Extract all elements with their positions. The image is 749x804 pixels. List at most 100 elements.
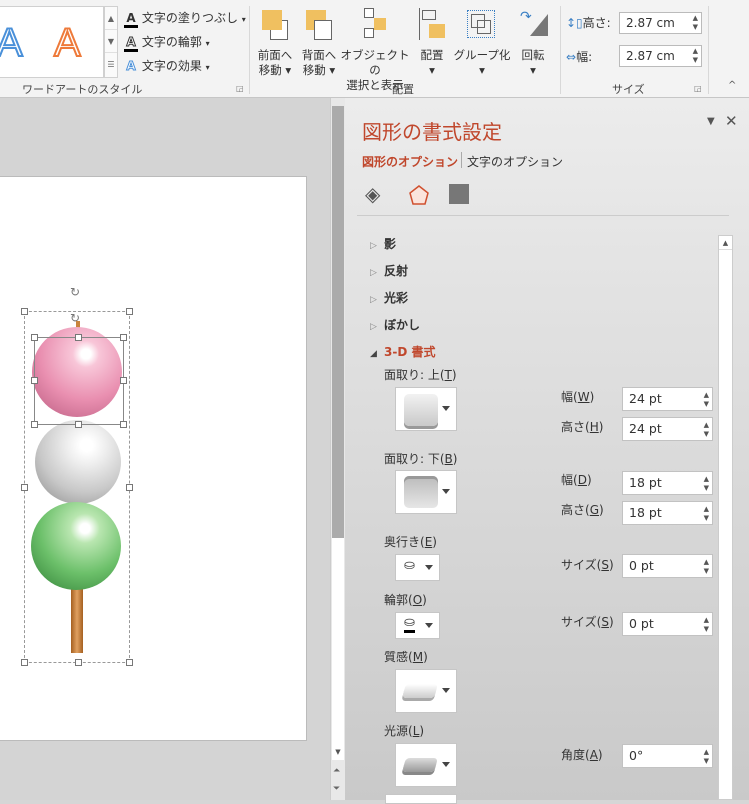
group-button[interactable]: グループ化 ▾ — [453, 8, 511, 78]
bring-forward-button[interactable]: 前面へ 移動 ▾ — [254, 8, 296, 78]
effects-icon[interactable] — [408, 184, 430, 209]
resize-handle[interactable] — [120, 377, 127, 384]
bevel-top-width-label: 幅(W) — [561, 390, 595, 404]
text-effects-button[interactable]: A 文字の効果 ▾ — [124, 57, 210, 74]
section-reflection[interactable]: ▷ 反射 — [370, 262, 408, 279]
group-handle[interactable] — [126, 659, 133, 666]
green-dango[interactable] — [31, 502, 121, 590]
gallery-scroll[interactable]: ▲ ▼ ☰ — [104, 6, 118, 78]
align-label: 配置 — [420, 48, 444, 62]
tab-text-options[interactable]: 文字のオプション — [467, 153, 563, 170]
depth-label: 奥行き(E) — [384, 535, 437, 549]
text-outline-button[interactable]: A 文字の輪郭 ▾ — [124, 33, 210, 52]
height-input[interactable]: 2.87 cm ▲ ▼ — [619, 12, 702, 34]
material-label: 質感(M) — [384, 650, 428, 664]
wordart-dialog-launcher[interactable]: ◲ — [236, 84, 244, 93]
gallery-more-button[interactable]: ☰ — [105, 53, 117, 76]
width-size-label: ⇔幅: — [566, 50, 593, 64]
tab-divider — [461, 152, 462, 168]
depth-size-input[interactable]: 0 pt ▲ ▼ — [622, 554, 713, 578]
wordart-style-orange[interactable]: A — [53, 20, 82, 66]
canvas-scrollbar[interactable]: ▼ ⏶ ⏷ — [330, 98, 345, 800]
bevel-top-width-input[interactable]: 24 pt ▲ ▼ — [622, 387, 713, 411]
bevel-top-height-input[interactable]: 24 pt ▲ ▼ — [622, 417, 713, 441]
separator — [560, 6, 561, 94]
section-soft-edges[interactable]: ▷ ぼかし — [370, 316, 420, 333]
canvas-scroll-thumb[interactable] — [332, 106, 344, 538]
paint-bucket-icon: ⛀ — [404, 558, 415, 576]
close-icon[interactable]: ✕ — [725, 112, 738, 130]
bevel-bottom-height-input[interactable]: 18 pt ▲ ▼ — [622, 501, 713, 525]
width-input[interactable]: 2.87 cm ▲ ▼ — [619, 45, 702, 67]
gallery-down-button[interactable]: ▼ — [105, 30, 117, 53]
send-backward-label2: 移動 — [302, 63, 326, 77]
lighting-label: 光源(L) — [384, 724, 425, 738]
resize-handle[interactable] — [31, 377, 38, 384]
pane-scroll-up-button[interactable]: ▲ — [719, 236, 732, 250]
arrange-group-label: 配置 — [392, 83, 414, 96]
bevel-bottom-picker[interactable] — [395, 470, 457, 514]
bevel-top-picker[interactable] — [395, 387, 457, 431]
group-handle[interactable] — [21, 659, 28, 666]
scroll-down-button[interactable]: ▼ — [332, 748, 344, 760]
align-button[interactable]: 配置 ▾ — [412, 8, 452, 78]
resize-handle[interactable] — [31, 421, 38, 428]
contour-size-input[interactable]: 0 pt ▲ ▼ — [622, 612, 713, 636]
depth-color-picker[interactable]: ⛀ — [395, 554, 440, 581]
group-handle[interactable] — [21, 484, 28, 491]
group-handle[interactable] — [21, 308, 28, 315]
ribbon: A A ▲ ▼ ☰ A 文字の塗りつぶし ▾ A 文字の輪郭 ▾ A 文字の効果… — [0, 0, 749, 98]
bring-forward-label2: 移動 — [258, 63, 282, 77]
collapse-ribbon-icon[interactable]: ^ — [728, 80, 736, 91]
text-fill-button[interactable]: A 文字の塗りつぶし ▾ — [124, 9, 246, 28]
next-slide-button[interactable]: ⏷ — [333, 784, 340, 794]
group-handle[interactable] — [126, 308, 133, 315]
resize-handle[interactable] — [120, 421, 127, 428]
resize-handle[interactable] — [120, 334, 127, 341]
contour-color-picker[interactable]: ⛀ — [395, 612, 440, 639]
slide[interactable]: ↻ ↻ — [0, 176, 307, 741]
group-handle[interactable] — [126, 484, 133, 491]
rotate-button[interactable]: ↷ 回転 ▾ — [514, 8, 552, 78]
material-picker[interactable] — [395, 669, 457, 713]
next-picker-partial[interactable] — [385, 794, 457, 804]
gallery-up-button[interactable]: ▲ — [105, 7, 117, 30]
width-spinner[interactable]: ▲ ▼ — [693, 47, 698, 65]
section-shadow[interactable]: ▷ 影 — [370, 235, 396, 252]
section-glow[interactable]: ▷ 光彩 — [370, 289, 408, 306]
format-shape-pane: 図形の書式設定 ▼ ✕ 図形のオプション 文字のオプション ◈ ▷ 影 ▷ 反射 ▷… — [345, 98, 749, 804]
size-dialog-launcher[interactable]: ◲ — [694, 84, 702, 93]
height-spinner[interactable]: ▲ ▼ — [693, 14, 698, 32]
resize-handle[interactable] — [75, 421, 82, 428]
pane-options-icon[interactable]: ▼ — [707, 116, 715, 127]
contour-size-label: サイズ(S) — [561, 615, 614, 629]
pane-scrollbar[interactable]: ▲ — [718, 235, 733, 800]
shape-selection-box[interactable] — [34, 337, 124, 425]
wordart-style-blue[interactable]: A — [0, 20, 24, 66]
lighting-picker[interactable] — [395, 743, 457, 787]
send-backward-button[interactable]: 背面へ 移動 ▾ — [298, 8, 340, 78]
rotate-label: 回転 — [521, 48, 545, 62]
align-icon — [415, 8, 449, 42]
height-icon: ↕▯ — [566, 16, 583, 30]
previous-slide-button[interactable]: ⏶ — [333, 766, 340, 776]
rotate-handle-icon[interactable]: ↻ — [70, 285, 80, 299]
section-3d-format[interactable]: ◢ 3-D 書式 — [370, 343, 435, 360]
angle-input[interactable]: 0° ▲ ▼ — [622, 744, 713, 768]
size-properties-icon[interactable] — [449, 184, 469, 204]
white-dango[interactable] — [35, 420, 121, 504]
selection-pane-icon — [358, 8, 392, 42]
resize-handle[interactable] — [31, 334, 38, 341]
text-fill-icon: A — [124, 11, 138, 28]
skewer-stick[interactable] — [71, 585, 83, 653]
canvas-scroll-track[interactable] — [332, 538, 344, 748]
tab-shape-options[interactable]: 図形のオプション — [362, 153, 458, 170]
bevel-bottom-width-input[interactable]: 18 pt ▲ ▼ — [622, 471, 713, 495]
fill-line-icon[interactable]: ◈ — [365, 182, 380, 206]
send-backward-label: 背面へ — [301, 48, 337, 62]
wordart-gallery[interactable]: A A — [0, 6, 104, 78]
text-effects-label: 文字の効果 — [141, 59, 202, 73]
resize-handle[interactable] — [75, 334, 82, 341]
group-handle[interactable] — [75, 659, 82, 666]
text-fill-label: 文字の塗りつぶし — [141, 11, 238, 25]
